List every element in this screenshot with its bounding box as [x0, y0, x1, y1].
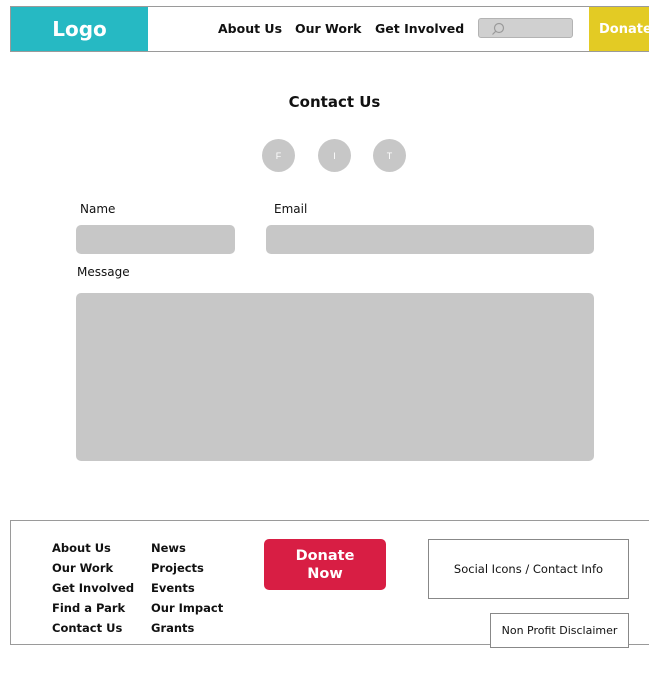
message-field[interactable]: [76, 293, 594, 461]
page-title: Contact Us: [288, 93, 381, 111]
footer-link-projects[interactable]: Projects: [151, 561, 204, 575]
donate-button[interactable]: Donate: [589, 7, 649, 51]
footer-link-find-a-park[interactable]: Find a Park: [52, 601, 125, 615]
logo[interactable]: Logo: [11, 7, 148, 51]
footer-link-news[interactable]: News: [151, 541, 186, 555]
donate-now-button[interactable]: Donate Now: [264, 539, 386, 590]
email-label: Email: [274, 202, 308, 216]
name-label: Name: [80, 202, 116, 216]
header: Logo About Us Our Work Get Involved Dona…: [10, 6, 649, 52]
search-icon: [492, 22, 505, 35]
email-field[interactable]: [266, 225, 594, 254]
footer-link-about-us[interactable]: About Us: [52, 541, 111, 555]
search-input[interactable]: [478, 18, 573, 38]
non-profit-disclaimer[interactable]: Non Profit Disclaimer: [490, 613, 629, 648]
footer-link-contact-us[interactable]: Contact Us: [52, 621, 122, 635]
footer-link-our-work[interactable]: Our Work: [52, 561, 113, 575]
donate-now-label: Donate Now: [296, 547, 355, 583]
page: Logo About Us Our Work Get Involved Dona…: [0, 0, 649, 674]
nav-get-involved[interactable]: Get Involved: [375, 21, 464, 36]
nav-about-us[interactable]: About Us: [218, 21, 282, 36]
footer-link-grants[interactable]: Grants: [151, 621, 194, 635]
nav-our-work[interactable]: Our Work: [295, 21, 361, 36]
facebook-icon[interactable]: F: [262, 139, 295, 172]
twitter-icon[interactable]: T: [373, 139, 406, 172]
footer-link-events[interactable]: Events: [151, 581, 195, 595]
name-field[interactable]: [76, 225, 235, 254]
message-label: Message: [77, 265, 130, 279]
logo-text: Logo: [52, 17, 107, 41]
footer-link-our-impact[interactable]: Our Impact: [151, 601, 223, 615]
donate-now-line2: Now: [307, 565, 343, 582]
footer-link-get-involved[interactable]: Get Involved: [52, 581, 134, 595]
social-contact-info-box: Social Icons / Contact Info: [428, 539, 629, 599]
donate-now-line1: Donate: [295, 547, 355, 564]
instagram-icon[interactable]: I: [318, 139, 351, 172]
